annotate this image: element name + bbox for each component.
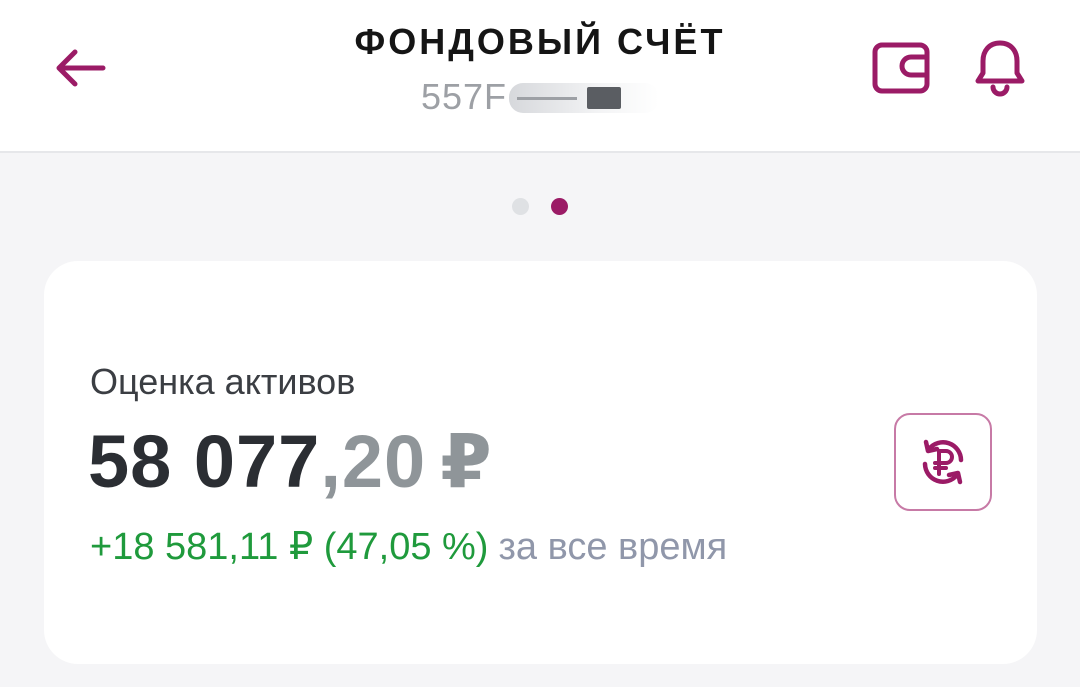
profit-period: за все время bbox=[498, 526, 728, 568]
amount-currency: ₽ bbox=[440, 420, 493, 503]
assets-amount: 58 077,20 ₽ bbox=[88, 419, 493, 505]
amount-fraction: ,20 bbox=[320, 420, 427, 503]
assets-card[interactable]: Оценка активов 58 077,20 ₽ +18 581,11 ₽ (… bbox=[44, 261, 1037, 664]
account-number-text: 557F bbox=[420, 76, 508, 117]
account-number-redaction bbox=[509, 79, 660, 115]
currency-refresh-button[interactable] bbox=[894, 413, 992, 511]
profit-value: +18 581,11 ₽ (47,05 %) bbox=[90, 526, 489, 568]
wallet-icon bbox=[872, 42, 930, 94]
bell-icon bbox=[975, 40, 1025, 97]
amount-integer: 58 077 bbox=[88, 420, 321, 503]
page-indicator bbox=[0, 198, 1080, 215]
header-title-block: ФОНДОВЫЙ СЧЁТ 557F bbox=[240, 20, 840, 118]
notifications-button[interactable] bbox=[966, 34, 1034, 100]
ruble-refresh-icon bbox=[922, 439, 964, 485]
wallet-button[interactable] bbox=[866, 36, 938, 100]
assets-label: Оценка активов bbox=[90, 361, 356, 402]
arrow-left-icon bbox=[56, 49, 106, 87]
page-dot-active[interactable] bbox=[551, 198, 568, 215]
back-button[interactable] bbox=[48, 42, 112, 94]
page-title: ФОНДОВЫЙ СЧЁТ bbox=[354, 21, 726, 62]
top-bar: ФОНДОВЫЙ СЧЁТ 557F bbox=[0, 0, 1080, 153]
page-dot[interactable] bbox=[512, 198, 529, 215]
profit-line: +18 581,11 ₽ (47,05 %) за все время bbox=[90, 523, 727, 571]
account-number: 557F bbox=[240, 76, 840, 118]
